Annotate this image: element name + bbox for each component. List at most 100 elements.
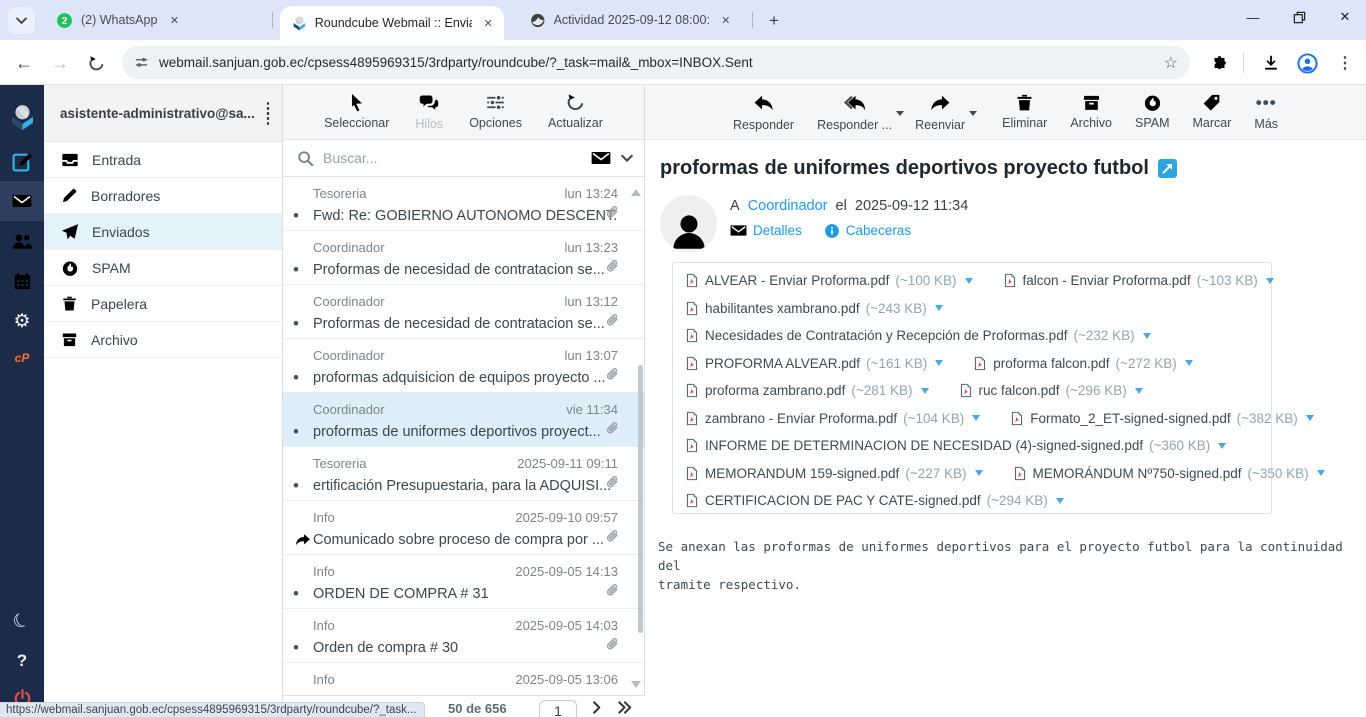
message-row[interactable]: Coordinadorlun 13:12 •Proformas de neces… [283,285,644,339]
attachment[interactable]: habilitantes xambrano.pdf(~243 KB) [685,300,943,317]
mark-button[interactable]: Marcar [1193,93,1232,130]
folder-borradores[interactable]: Borradores [44,178,282,214]
close-tab-icon[interactable]: ✕ [718,11,734,29]
forward-button[interactable]: Reenviar [915,93,965,132]
folder-enviados[interactable]: Enviados [44,214,282,250]
page-number-box[interactable]: 1 [539,700,577,717]
message-row[interactable]: Coordinadorlun 13:07 •proformas adquisic… [283,339,644,393]
message-row[interactable]: Info2025-09-05 14:03 •Orden de compra # … [283,609,644,663]
tab-roundcube[interactable]: Roundcube Webmail :: Enviados ✕ [280,6,504,40]
rail-calendar-button[interactable] [0,261,44,301]
select-button[interactable]: Seleccionar [324,93,389,130]
bookmark-star-icon[interactable]: ☆ [1164,53,1178,73]
attachment[interactable]: ALVEAR - Enviar Proforma.pdf(~100 KB) [685,272,973,289]
back-button[interactable]: ← [12,51,36,75]
message-row[interactable]: Tesoreria2025-09-11 09:11 •ertificación … [283,447,644,501]
search-input[interactable] [323,150,582,166]
attachment[interactable]: proforma zambrano.pdf(~281 KB) [685,382,929,399]
next-page-icon[interactable] [589,700,604,715]
attachment-menu-caret[interactable] [975,470,983,476]
compose-button[interactable] [0,141,44,181]
forward-caret-icon[interactable] [969,111,977,116]
address-bar[interactable]: webmail.sanjuan.gob.ec/cpsess4895969315/… [122,46,1190,79]
recipient-link[interactable]: Coordinador [748,198,828,214]
attachment[interactable]: Formato_2_ET-signed-signed.pdf(~382 KB) [1010,410,1314,427]
attachment-menu-caret[interactable] [1317,470,1325,476]
threads-button[interactable]: Hilos [415,93,443,131]
attachment-menu-caret[interactable] [1185,360,1193,366]
attachment-menu-caret[interactable] [972,415,980,421]
attachment[interactable]: CERTIFICACION DE PAC Y CATE-signed.pdf(~… [685,492,1064,509]
window-minimize-button[interactable]: — [1232,0,1274,34]
folder-archivo[interactable]: Archivo [44,322,282,358]
roundcube-logo[interactable] [0,93,44,141]
attachment-menu-caret[interactable] [1218,443,1226,449]
close-tab-icon[interactable]: ✕ [480,14,496,32]
spam-button[interactable]: SPAM [1135,93,1170,130]
reload-button[interactable] [84,51,108,75]
attachment[interactable]: falcon - Enviar Proforma.pdf(~103 KB) [1003,272,1274,289]
search-scope-envelope-icon[interactable] [591,148,611,168]
window-restore-button[interactable] [1278,0,1320,34]
folder-spam[interactable]: SPAM [44,250,282,286]
list-scroll-down-arrow[interactable] [631,681,641,688]
rail-settings-button[interactable]: ⚙ [0,301,44,341]
headers-link[interactable]: Cabeceras [824,222,911,239]
attachment[interactable]: Necesidades de Contratación y Recepción … [685,327,1151,344]
attachment[interactable]: proforma falcon.pdf(~272 KB) [973,355,1192,372]
delete-button[interactable]: Eliminar [1002,93,1047,130]
more-button[interactable]: •••Más [1254,93,1278,131]
extensions-icon[interactable] [1207,51,1231,75]
last-page-icon[interactable] [617,700,632,715]
search-options-chevron-icon[interactable] [620,151,634,165]
tab-actividad[interactable]: Actividad 2025-09-12 08:00:00 ✕ [518,0,742,40]
window-close-button[interactable]: ✕ [1324,0,1366,34]
attachment-menu-caret[interactable] [1056,498,1064,504]
archive-button[interactable]: Archivo [1070,93,1112,130]
profile-icon[interactable] [1295,51,1319,75]
list-scroll-up-arrow[interactable] [631,189,641,196]
attachment-menu-caret[interactable] [1143,333,1151,339]
attachment-menu-caret[interactable] [1306,415,1314,421]
message-row[interactable]: Info2025-09-05 14:13 •ORDEN DE COMPRA # … [283,555,644,609]
attachment[interactable]: PROFORMA ALVEAR.pdf(~161 KB) [685,355,943,372]
reply-all-button[interactable]: Responder ... [817,93,892,132]
browser-menu-icon[interactable]: ⋮ [1333,51,1357,75]
message-row[interactable]: Tesorerialun 13:24 •Fwd: Re: GOBIERNO AU… [283,177,644,231]
account-header[interactable]: asistente-administrativo@sa... ⋮⋮⋮ [44,85,282,142]
reply-all-caret-icon[interactable] [896,111,904,116]
forward-button[interactable]: → [48,51,72,75]
rail-mail-button[interactable] [0,181,44,221]
attachment-menu-caret[interactable] [935,360,943,366]
attachment[interactable]: zambrano - Enviar Proforma.pdf(~104 KB) [685,410,980,427]
attachment[interactable]: MEMORÁNDUM Nº750-signed.pdf(~350 KB) [1013,465,1325,482]
message-row[interactable]: Info2025-09-10 09:57 Comunicado sobre pr… [283,501,644,555]
folder-entrada[interactable]: Entrada [44,142,282,178]
attachment-menu-caret[interactable] [921,388,929,394]
attachment[interactable]: ruc falcon.pdf(~296 KB) [959,382,1143,399]
tab-whatsapp[interactable]: (2) WhatsApp ✕ [44,0,268,40]
new-tab-button[interactable]: + [762,9,786,33]
list-scrollbar[interactable] [638,365,643,633]
rail-cpanel-button[interactable]: cP [0,341,44,375]
attachment-menu-caret[interactable] [935,305,943,311]
help-button[interactable]: ? [0,641,44,681]
folder-papelera[interactable]: Papelera [44,286,282,322]
attachment[interactable]: INFORME DE DETERMINACION DE NECESIDAD (4… [685,437,1226,454]
tab-search-button[interactable] [8,7,35,34]
attachment-menu-caret[interactable] [965,278,973,284]
refresh-button[interactable]: Actualizar [548,93,603,130]
dark-mode-button[interactable]: ☾ [0,601,44,641]
details-link[interactable]: Detalles [730,222,802,239]
rail-contacts-button[interactable] [0,221,44,261]
site-info-icon[interactable] [134,55,149,70]
options-button[interactable]: Opciones [469,93,522,130]
attachment-menu-caret[interactable] [1135,388,1143,394]
message-row[interactable]: Info2025-09-05 13:06 [283,663,644,695]
attachment[interactable]: MEMORANDUM 159-signed.pdf(~227 KB) [685,465,983,482]
open-in-new-window-icon[interactable] [1158,159,1177,178]
folder-menu-icon[interactable]: ⋮⋮⋮ [260,106,276,121]
reply-button[interactable]: Responder [733,93,794,132]
attachment-menu-caret[interactable] [1266,278,1274,284]
message-row-selected[interactable]: Coordinadorvie 11:34 •proformas de unifo… [283,393,644,447]
